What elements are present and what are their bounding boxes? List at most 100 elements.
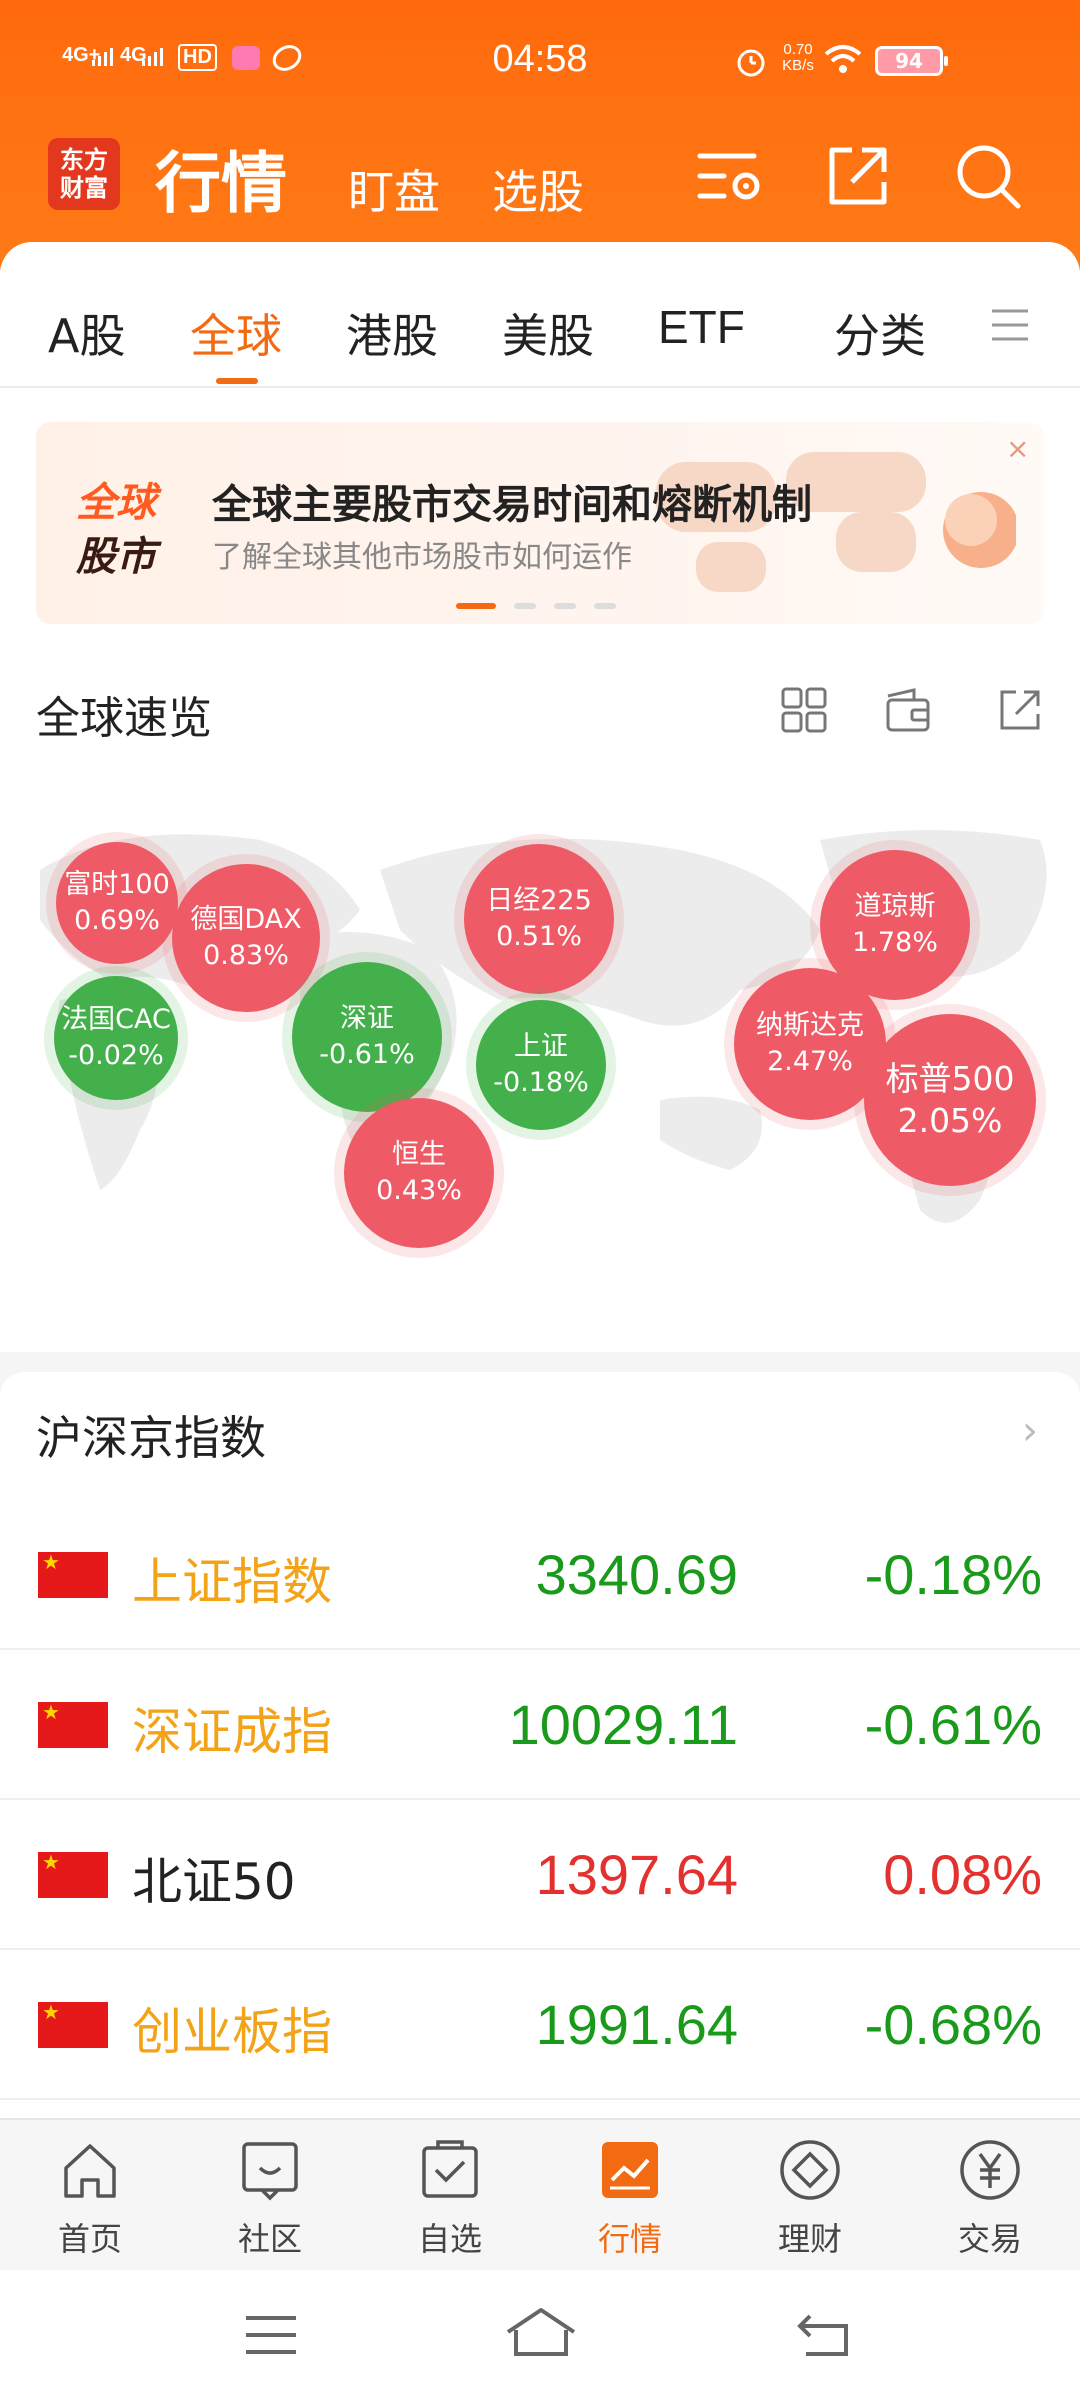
- back-icon[interactable]: [794, 2310, 852, 2358]
- flag-star-icon: ★: [42, 1550, 60, 1574]
- flag-star-icon: ★: [42, 2000, 60, 2024]
- banner-title: 全球主要股市交易时间和熔断机制: [212, 482, 812, 528]
- promo-banner[interactable]: 全球 股市 全球主要股市交易时间和熔断机制 了解全球其他市场股市如何运作 ×: [36, 422, 1044, 624]
- bubble-change: 0.43%: [376, 1175, 462, 1206]
- tab-etf[interactable]: ETF: [658, 300, 745, 354]
- nav-market[interactable]: 行情: [540, 2138, 720, 2260]
- wallet-view-icon[interactable]: [884, 686, 932, 734]
- bubble-name: 法国CAC: [61, 1004, 171, 1035]
- nav-wealth[interactable]: 理财: [720, 2138, 900, 2260]
- app-root: 4G+ 4G HD 04:58 0.70 KB/s 94 东方 财富 行情 盯盘…: [0, 0, 1080, 2400]
- index-change: -0.61%: [864, 1693, 1042, 1756]
- bubble-shenzhen[interactable]: 深证 -0.61%: [292, 962, 442, 1112]
- bubble-hang-seng[interactable]: 恒生 0.43%: [344, 1098, 494, 1248]
- bubble-cac[interactable]: 法国CAC -0.02%: [54, 976, 178, 1100]
- index-row-chinext[interactable]: ★ 创业板指 1991.64 -0.68%: [0, 1950, 1080, 2100]
- bubble-name: 道琼斯: [854, 891, 936, 922]
- nav-label: 首页: [57, 2220, 122, 2258]
- header-tab-screener[interactable]: 选股: [492, 156, 584, 222]
- bubble-change: 2.47%: [767, 1046, 853, 1077]
- flag-star-icon: ★: [42, 1700, 60, 1724]
- nav-label: 行情: [597, 2220, 662, 2258]
- banner-close-icon[interactable]: ×: [1006, 432, 1029, 465]
- bubble-sp500[interactable]: 标普500 2.05%: [864, 1014, 1036, 1186]
- pagination-dot-active[interactable]: [456, 603, 496, 609]
- index-name: 创业板指: [132, 2003, 332, 2061]
- nav-trade[interactable]: 交易: [900, 2138, 1080, 2260]
- bubble-shanghai[interactable]: 上证 -0.18%: [476, 1000, 606, 1130]
- status-bar: 4G+ 4G HD 04:58 0.70 KB/s 94: [0, 38, 1080, 88]
- bubble-change: 0.83%: [203, 940, 289, 971]
- active-tab-indicator: [216, 378, 258, 384]
- china-flag-icon: ★: [38, 1852, 108, 1898]
- tab-hk[interactable]: 港股: [346, 300, 438, 366]
- system-navigation: [0, 2270, 1080, 2400]
- home-button-icon[interactable]: [504, 2306, 578, 2358]
- chevron-right-icon[interactable]: ›: [1022, 1408, 1038, 1454]
- bubble-change: 0.69%: [74, 905, 160, 936]
- tab-us[interactable]: 美股: [502, 300, 594, 366]
- bubble-change: 1.78%: [852, 927, 938, 958]
- index-row-shenzhen[interactable]: ★ 深证成指 10029.11 -0.61%: [0, 1650, 1080, 1800]
- wealth-icon: [780, 2140, 840, 2200]
- bubble-change: 2.05%: [897, 1101, 1003, 1140]
- bubble-ftse100[interactable]: 富时100 0.69%: [56, 842, 178, 964]
- overview-share-icon[interactable]: [996, 686, 1044, 734]
- wifi-icon: [824, 45, 862, 73]
- bubble-name: 恒生: [392, 1139, 446, 1170]
- menu-icon[interactable]: [244, 2312, 298, 2358]
- bubble-name: 德国DAX: [190, 904, 302, 935]
- index-change: -0.68%: [864, 1993, 1042, 2056]
- header-tab-watch[interactable]: 盯盘: [348, 156, 440, 222]
- market-tabs: A股 全球 港股 美股 ETF 分类: [0, 270, 1080, 388]
- index-name: 深证成指: [132, 1703, 332, 1761]
- bubble-name: 富时100: [64, 869, 170, 900]
- page-title: 行情: [155, 145, 287, 222]
- battery-indicator: 94: [875, 46, 948, 76]
- watchlist-icon: [422, 2140, 478, 2198]
- flag-star-icon: ★: [42, 1850, 60, 1874]
- index-price: 1397.64: [535, 1843, 738, 1906]
- index-change: -0.18%: [864, 1543, 1042, 1606]
- index-row-bse50[interactable]: ★ 北证50 1397.64 0.08%: [0, 1800, 1080, 1950]
- app-logo: 东方 财富: [48, 138, 120, 210]
- tab-global[interactable]: 全球: [190, 300, 282, 366]
- settings-icon[interactable]: [694, 140, 766, 212]
- index-price: 10029.11: [508, 1693, 738, 1756]
- nav-community[interactable]: 社区: [180, 2138, 360, 2260]
- banner-pagination: [456, 594, 634, 609]
- tab-category[interactable]: 分类: [834, 300, 926, 366]
- bubble-name: 日经225: [486, 885, 592, 916]
- bubble-change: 0.51%: [496, 921, 582, 952]
- bottom-nav: 首页 社区 自选 行情 理财 交易: [0, 2118, 1080, 2270]
- nav-label: 理财: [777, 2220, 842, 2258]
- index-name: 北证50: [132, 1853, 296, 1911]
- bubble-name: 纳斯达克: [756, 1010, 864, 1041]
- home-icon: [64, 2144, 116, 2198]
- network-speed: 0.70 KB/s: [782, 41, 814, 74]
- banner-badge-top: 全球: [76, 480, 156, 526]
- china-flag-icon: ★: [38, 1552, 108, 1598]
- nav-label: 交易: [957, 2220, 1022, 2258]
- indices-section: 沪深京指数 › ★ 上证指数 3340.69 -0.18% ★ 深证成指 100…: [0, 1372, 1080, 2122]
- pagination-dot[interactable]: [514, 603, 536, 609]
- logo-text-bottom: 财富: [60, 173, 108, 202]
- bubble-dax[interactable]: 德国DAX 0.83%: [172, 864, 320, 1012]
- logo-text-top: 东方: [60, 145, 108, 174]
- pagination-dot[interactable]: [594, 603, 616, 609]
- search-icon[interactable]: [952, 140, 1024, 212]
- grid-view-icon[interactable]: [780, 686, 828, 734]
- pagination-dot[interactable]: [554, 603, 576, 609]
- app-header: 4G+ 4G HD 04:58 0.70 KB/s 94 东方 财富 行情 盯盘…: [0, 0, 1080, 270]
- index-row-shanghai[interactable]: ★ 上证指数 3340.69 -0.18%: [0, 1500, 1080, 1650]
- tabs-menu-icon[interactable]: [990, 305, 1030, 345]
- overview-title: 全球速览: [36, 693, 212, 744]
- bubble-name: 深证: [340, 1003, 394, 1034]
- tab-a-shares[interactable]: A股: [48, 300, 125, 366]
- bubble-nikkei225[interactable]: 日经225 0.51%: [464, 844, 614, 994]
- nav-watchlist[interactable]: 自选: [360, 2138, 540, 2260]
- nav-home[interactable]: 首页: [0, 2138, 180, 2260]
- market-icon: [602, 2142, 658, 2198]
- share-icon[interactable]: [822, 140, 894, 212]
- bubble-change: -0.61%: [319, 1039, 415, 1070]
